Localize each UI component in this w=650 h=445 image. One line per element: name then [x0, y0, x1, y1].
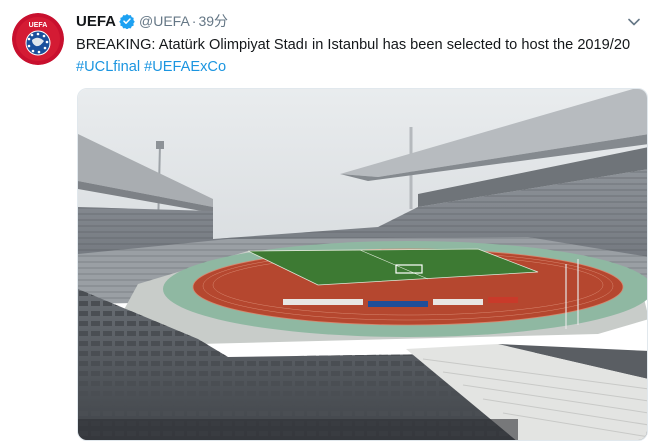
- chevron-down-icon[interactable]: [626, 14, 642, 30]
- hashtag-uefaexco[interactable]: #UEFAExCo: [144, 59, 226, 75]
- tweet-header: UEFA @UEFA · 39分: [76, 11, 228, 31]
- display-name[interactable]: UEFA: [76, 13, 116, 30]
- separator-dot: ·: [191, 13, 197, 29]
- hashtag-uclfinal[interactable]: #UCLfinal: [76, 59, 140, 75]
- tweet-text: BREAKING: Atatürk Olimpiyat Stadı in Ist…: [76, 34, 636, 78]
- user-handle[interactable]: @UEFA: [139, 13, 190, 29]
- tweet-card: UEFA UEFA @UEFA · 39分 BREAKING: Atatürk …: [0, 0, 650, 445]
- stadium-image: [78, 89, 647, 440]
- tweet-timestamp[interactable]: 39分: [198, 11, 228, 31]
- avatar-text: UEFA: [29, 22, 48, 29]
- stadium-photo[interactable]: [77, 88, 648, 441]
- verified-badge-icon: [119, 13, 135, 30]
- tweet-body: BREAKING: Atatürk Olimpiyat Stadı in Ist…: [76, 37, 631, 53]
- uefa-avatar[interactable]: UEFA: [12, 13, 64, 65]
- uefa-logo: UEFA: [12, 13, 64, 65]
